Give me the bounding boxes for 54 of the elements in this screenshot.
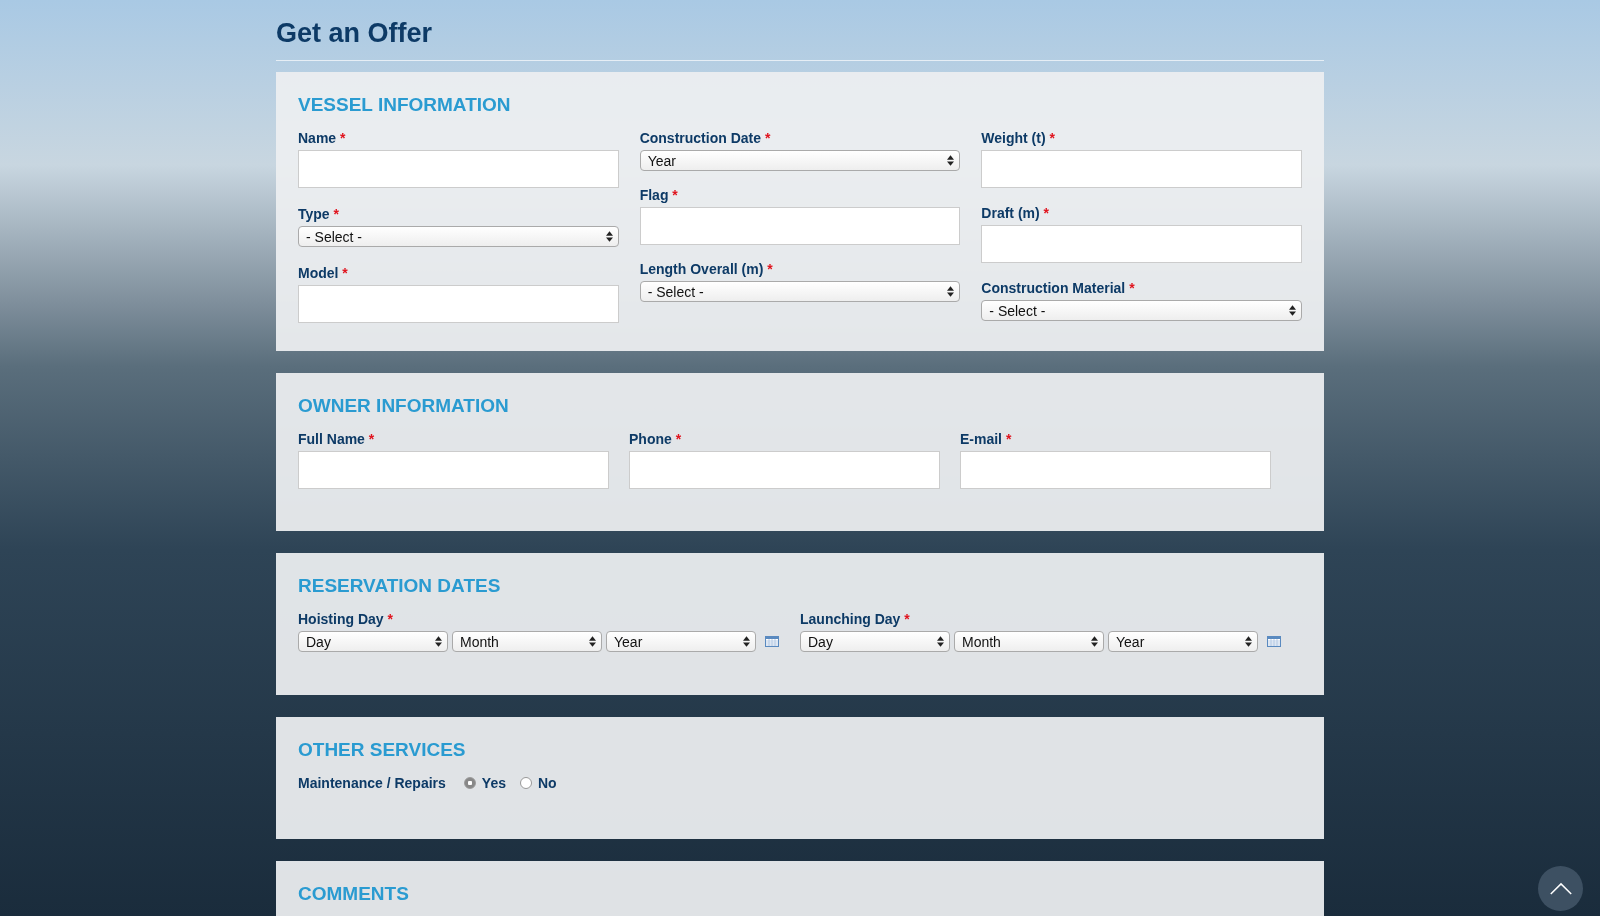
field-label: Hoisting Day *: [298, 611, 394, 627]
input-field[interactable]: [298, 150, 619, 188]
updown-arrows-icon: [1091, 636, 1098, 647]
select-field[interactable]: - Select -: [639, 281, 961, 302]
updown-arrows-icon: [1245, 636, 1252, 647]
section-heading: OWNER INFORMATION: [298, 395, 510, 417]
page-title: Get an Offer: [276, 17, 434, 50]
question-label: Maintenance / Repairs: [298, 775, 446, 791]
select-field[interactable]: - Select -: [981, 300, 1302, 321]
input-field[interactable]: [298, 451, 609, 489]
section-heading: OTHER SERVICES: [298, 739, 467, 761]
updown-arrows-icon: [435, 636, 442, 647]
field-label: Length Overall (m) *: [639, 261, 774, 277]
field-label: Flag *: [639, 187, 679, 203]
updown-arrows-icon: [937, 636, 944, 647]
input-field[interactable]: [981, 150, 1302, 188]
section-heading: COMMENTS: [298, 883, 410, 905]
section-heading: VESSEL INFORMATION: [298, 94, 512, 116]
field-label: Construction Date *: [639, 130, 772, 146]
updown-arrows-icon: [947, 286, 955, 297]
updown-arrows-icon: [743, 636, 750, 647]
input-field[interactable]: [639, 207, 961, 245]
field-label: Construction Material *: [981, 280, 1136, 296]
field-label: Type *: [298, 206, 340, 222]
calendar-icon[interactable]: [765, 636, 779, 647]
field-label: Name *: [298, 130, 347, 146]
field-label: Full Name *: [298, 431, 376, 447]
select-field[interactable]: Year: [1108, 631, 1258, 652]
select-field[interactable]: Day: [800, 631, 950, 652]
input-field[interactable]: [298, 285, 619, 323]
input-field[interactable]: [981, 225, 1302, 263]
updown-arrows-icon: [589, 636, 596, 647]
field-label: Model *: [298, 265, 349, 281]
input-field[interactable]: [629, 451, 940, 489]
select-field[interactable]: Year: [606, 631, 756, 652]
updown-arrows-icon: [605, 231, 613, 242]
select-field[interactable]: Month: [954, 631, 1104, 652]
calendar-icon[interactable]: [1267, 636, 1281, 647]
chevron-up-icon: [1548, 882, 1573, 895]
select-field[interactable]: Day: [298, 631, 448, 652]
updown-arrows-icon: [1289, 305, 1296, 316]
radio-button[interactable]: No: [519, 775, 557, 791]
select-field[interactable]: - Select -: [298, 226, 619, 247]
field-label: Phone *: [629, 431, 683, 447]
select-field[interactable]: Month: [452, 631, 602, 652]
updown-arrows-icon: [947, 155, 955, 166]
radio-button[interactable]: Yes: [463, 775, 506, 791]
field-label: E-mail *: [960, 431, 1013, 447]
select-field[interactable]: Year: [639, 150, 961, 171]
field-label: Draft (m) *: [981, 205, 1050, 221]
field-label: Weight (t) *: [981, 130, 1056, 146]
section-heading: RESERVATION DATES: [298, 575, 502, 597]
input-field[interactable]: [960, 451, 1271, 489]
field-label: Launching Day *: [800, 611, 911, 627]
